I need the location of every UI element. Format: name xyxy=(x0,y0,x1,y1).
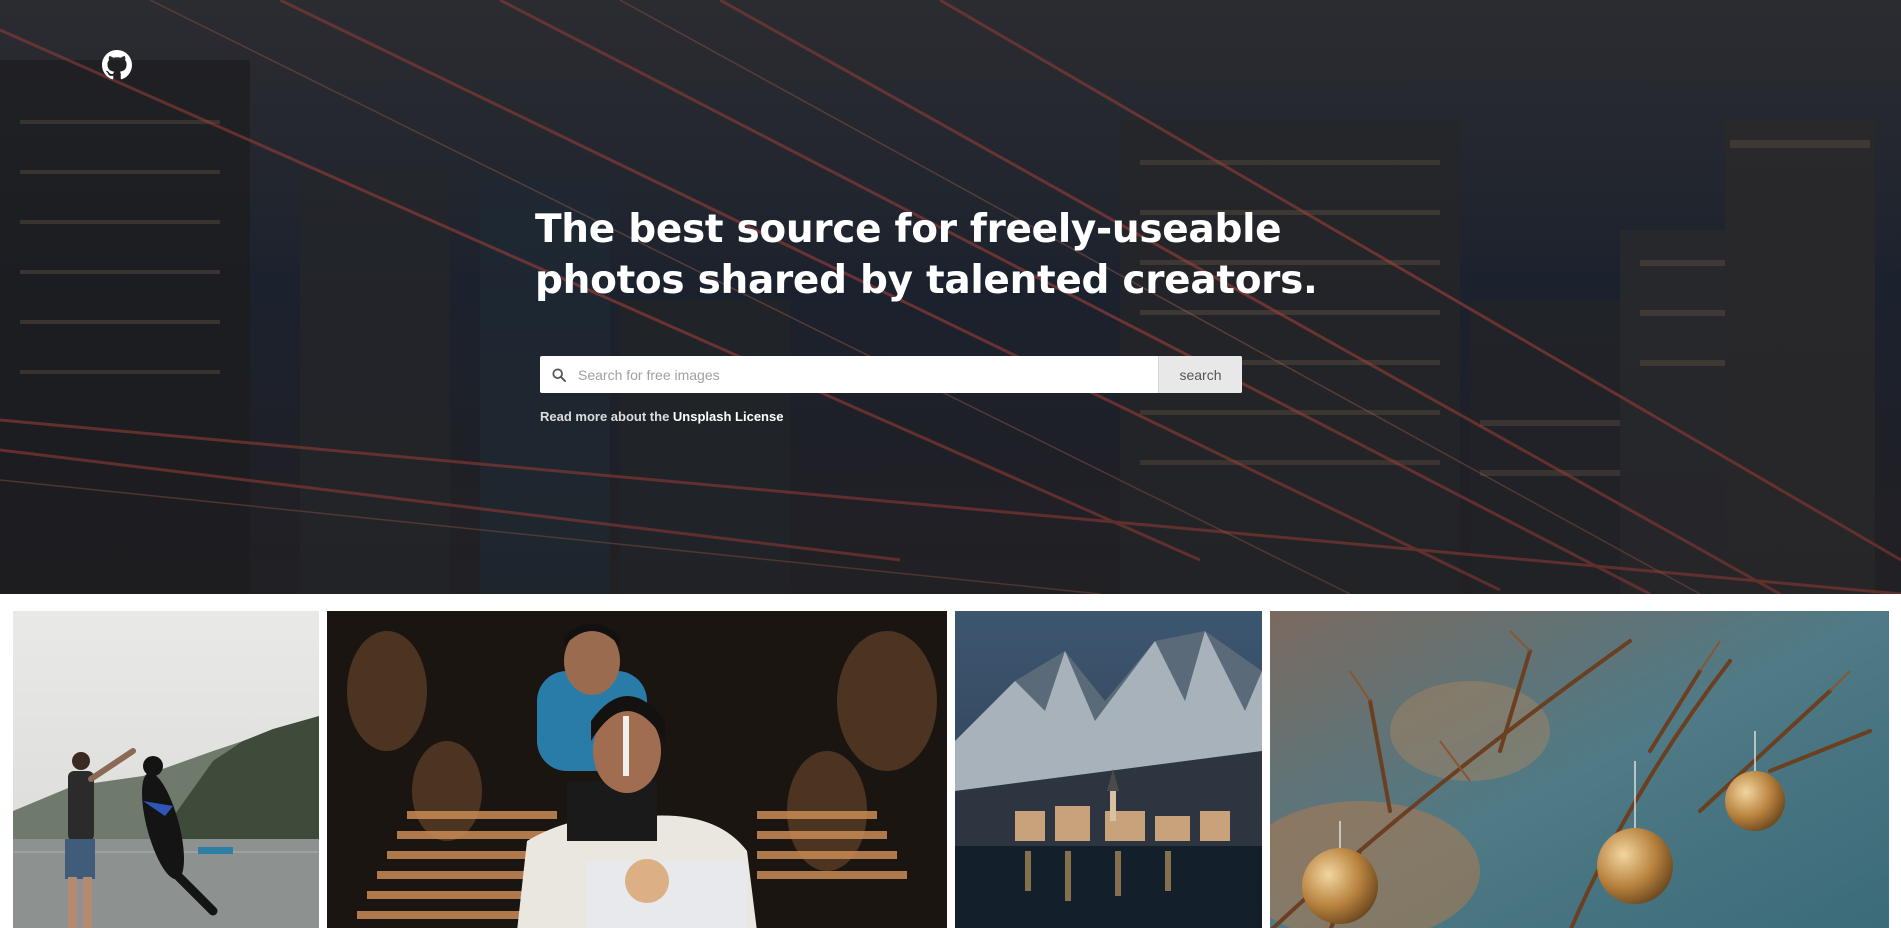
hero-title-line-2: photos shared by talented creators. xyxy=(535,258,1318,303)
github-link[interactable] xyxy=(102,50,132,80)
unsplash-license-link[interactable]: Unsplash License xyxy=(673,409,784,424)
search-form: search xyxy=(540,356,1242,393)
gallery-photo-man-with-dog[interactable] xyxy=(13,611,319,928)
photo-gallery xyxy=(0,594,1901,928)
search-icon xyxy=(540,356,578,393)
hero-section: The best source for freely-useable photo… xyxy=(0,0,1901,594)
search-button[interactable]: search xyxy=(1158,356,1242,393)
gallery-photo-women-protest[interactable] xyxy=(327,611,947,928)
photo-man-with-dog-image xyxy=(13,611,319,928)
github-icon xyxy=(102,50,132,80)
hero-title: The best source for freely-useable photo… xyxy=(535,204,1355,306)
gallery-photo-christmas-ornaments[interactable] xyxy=(1270,611,1889,928)
photo-women-protest-image xyxy=(327,611,947,928)
photo-mountain-village-image xyxy=(955,611,1262,928)
hero-title-line-1: The best source for freely-useable xyxy=(535,207,1282,252)
gallery-photo-mountain-village[interactable] xyxy=(955,611,1262,928)
photo-christmas-ornaments-image xyxy=(1270,611,1889,928)
license-text: Read more about the Unsplash License xyxy=(540,409,783,424)
license-prefix: Read more about the xyxy=(540,409,670,424)
search-input[interactable] xyxy=(578,356,1158,393)
